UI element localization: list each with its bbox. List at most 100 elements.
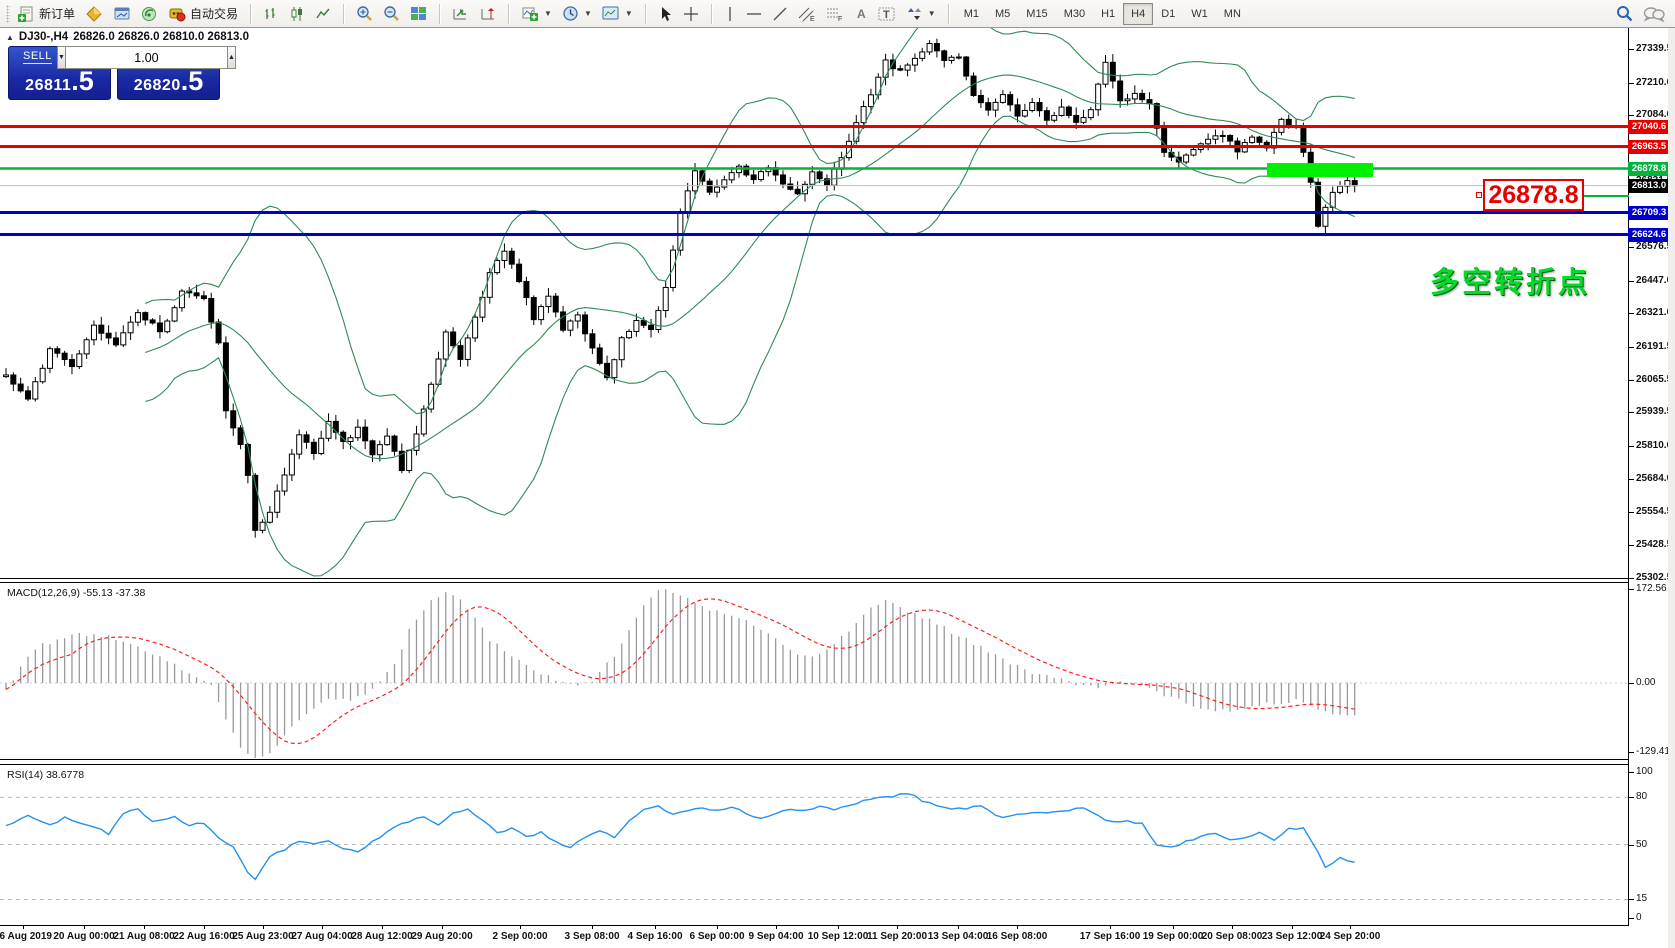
fibonacci-button[interactable]: F bbox=[821, 2, 849, 26]
timeframe-button-mn[interactable]: MN bbox=[1216, 3, 1249, 25]
new-order-button[interactable]: 新订单 bbox=[12, 2, 80, 26]
separator-main-macd-2[interactable] bbox=[0, 582, 1668, 583]
price-tick-label: 26576.5 bbox=[1636, 241, 1672, 252]
callout-anchor-handle[interactable] bbox=[1476, 192, 1482, 198]
time-tick-dash bbox=[204, 925, 205, 929]
panel-collapse-icon[interactable]: ▲ bbox=[6, 33, 14, 42]
green-zone-rectangle[interactable] bbox=[1267, 163, 1373, 177]
horizontal-line-icon bbox=[746, 8, 762, 20]
timeframe-button-h4[interactable]: H4 bbox=[1123, 3, 1153, 25]
candle bbox=[553, 293, 558, 317]
auto-trading-button[interactable]: 自动交易 bbox=[163, 2, 243, 26]
rsi-tick-dash bbox=[1629, 918, 1634, 919]
window-scrollbar[interactable] bbox=[1668, 28, 1675, 948]
auto-scroll-button[interactable] bbox=[447, 2, 474, 26]
market-watch-button[interactable] bbox=[80, 2, 108, 26]
candle bbox=[487, 268, 492, 304]
time-tick-label: 22 Aug 16:00 bbox=[173, 931, 234, 942]
line-chart-button[interactable] bbox=[310, 2, 336, 26]
templates-button[interactable]: ▼ bbox=[597, 2, 638, 26]
rsi-tick-label: 15 bbox=[1636, 893, 1647, 904]
fibonacci-icon: F bbox=[826, 6, 844, 22]
rsi-tick-label: 80 bbox=[1636, 791, 1647, 802]
price-callout-box[interactable]: 26878.8 bbox=[1483, 179, 1584, 211]
vertical-line-button[interactable] bbox=[719, 2, 741, 26]
candle bbox=[707, 178, 712, 195]
text-button[interactable]: A bbox=[849, 2, 873, 26]
indicators-button[interactable]: ▼ bbox=[516, 2, 557, 26]
candle bbox=[77, 350, 82, 369]
time-tick-dash bbox=[1350, 925, 1351, 929]
candle bbox=[824, 174, 829, 191]
signals-button[interactable] bbox=[136, 2, 163, 26]
horizontal-line-button[interactable] bbox=[741, 2, 767, 26]
data-window-button[interactable] bbox=[108, 2, 136, 26]
candle bbox=[91, 320, 96, 345]
candle bbox=[1096, 83, 1101, 116]
crosshair-button[interactable] bbox=[678, 2, 704, 26]
signals-icon bbox=[141, 6, 158, 22]
separator-main-macd-1[interactable] bbox=[0, 578, 1668, 579]
candle bbox=[1059, 99, 1064, 117]
candle bbox=[69, 354, 74, 374]
equidistant-channel-button[interactable]: E bbox=[793, 2, 821, 26]
timeframe-button-d1[interactable]: D1 bbox=[1153, 3, 1183, 25]
cursor-button[interactable] bbox=[653, 2, 678, 26]
candle bbox=[40, 364, 45, 383]
price-tick-label: 25302.5 bbox=[1636, 572, 1672, 583]
text-label-button[interactable]: T bbox=[873, 2, 901, 26]
templates-caret[interactable]: ▼ bbox=[625, 9, 633, 18]
timeframe-button-m15[interactable]: M15 bbox=[1018, 3, 1055, 25]
arrows-button[interactable]: ▼ bbox=[901, 2, 941, 26]
time-tick-dash bbox=[897, 925, 898, 929]
price-tick-dash bbox=[1629, 49, 1634, 50]
candle bbox=[949, 55, 954, 64]
candle bbox=[663, 281, 668, 318]
candle bbox=[458, 339, 463, 367]
indicators-caret[interactable]: ▼ bbox=[544, 9, 552, 18]
candle bbox=[986, 98, 991, 116]
candle bbox=[722, 176, 727, 190]
candle bbox=[1154, 102, 1159, 136]
periods-button[interactable]: ▼ bbox=[557, 2, 597, 26]
time-tick-label: 29 Aug 20:00 bbox=[411, 931, 472, 942]
time-tick-label: 4 Sep 16:00 bbox=[627, 931, 682, 942]
price-tick-label: 27339.5 bbox=[1636, 43, 1672, 54]
timeframe-button-m30[interactable]: M30 bbox=[1056, 3, 1093, 25]
candle bbox=[62, 351, 67, 366]
chat-icon[interactable] bbox=[1643, 6, 1665, 22]
bar-chart-button[interactable] bbox=[258, 2, 284, 26]
chart-shift-button[interactable] bbox=[474, 2, 501, 26]
volume-increase-button[interactable]: ▲ bbox=[227, 46, 236, 69]
separator-macd-rsi-1[interactable] bbox=[0, 759, 1668, 760]
search-icon[interactable] bbox=[1616, 5, 1633, 22]
bar-chart-icon bbox=[263, 6, 279, 22]
candle bbox=[399, 443, 404, 473]
periods-caret[interactable]: ▼ bbox=[584, 9, 592, 18]
trendline-button[interactable] bbox=[767, 2, 793, 26]
candle bbox=[106, 325, 111, 344]
separator-macd-rsi-2[interactable] bbox=[0, 764, 1668, 765]
candle bbox=[355, 419, 360, 440]
time-tick-label: 24 Sep 20:00 bbox=[1320, 931, 1381, 942]
volume-input[interactable] bbox=[66, 46, 227, 69]
tile-windows-icon bbox=[410, 6, 427, 21]
candle bbox=[502, 243, 507, 268]
tile-windows-button[interactable] bbox=[405, 2, 432, 26]
zoom-out-button[interactable] bbox=[378, 2, 405, 26]
volume-stepper: ▼ ▲ bbox=[57, 46, 171, 69]
arrows-caret[interactable]: ▼ bbox=[928, 9, 936, 18]
pivot-annotation-text[interactable]: 多空转折点 bbox=[1430, 259, 1590, 301]
timeframe-button-m5[interactable]: M5 bbox=[987, 3, 1018, 25]
timeframe-button-m1[interactable]: M1 bbox=[956, 3, 987, 25]
candle-chart-button[interactable] bbox=[284, 2, 310, 26]
time-tick-label: 21 Aug 08:00 bbox=[113, 931, 174, 942]
timeframe-button-h1[interactable]: H1 bbox=[1093, 3, 1123, 25]
time-axis-border bbox=[0, 925, 1668, 926]
volume-decrease-button[interactable]: ▼ bbox=[57, 46, 66, 69]
zoom-in-button[interactable] bbox=[351, 2, 378, 26]
price-tick-label: 25554.5 bbox=[1636, 506, 1672, 517]
timeframe-button-w1[interactable]: W1 bbox=[1183, 3, 1216, 25]
time-tick-label: 13 Sep 04:00 bbox=[928, 931, 989, 942]
time-tick-label: 2 Sep 00:00 bbox=[492, 931, 547, 942]
